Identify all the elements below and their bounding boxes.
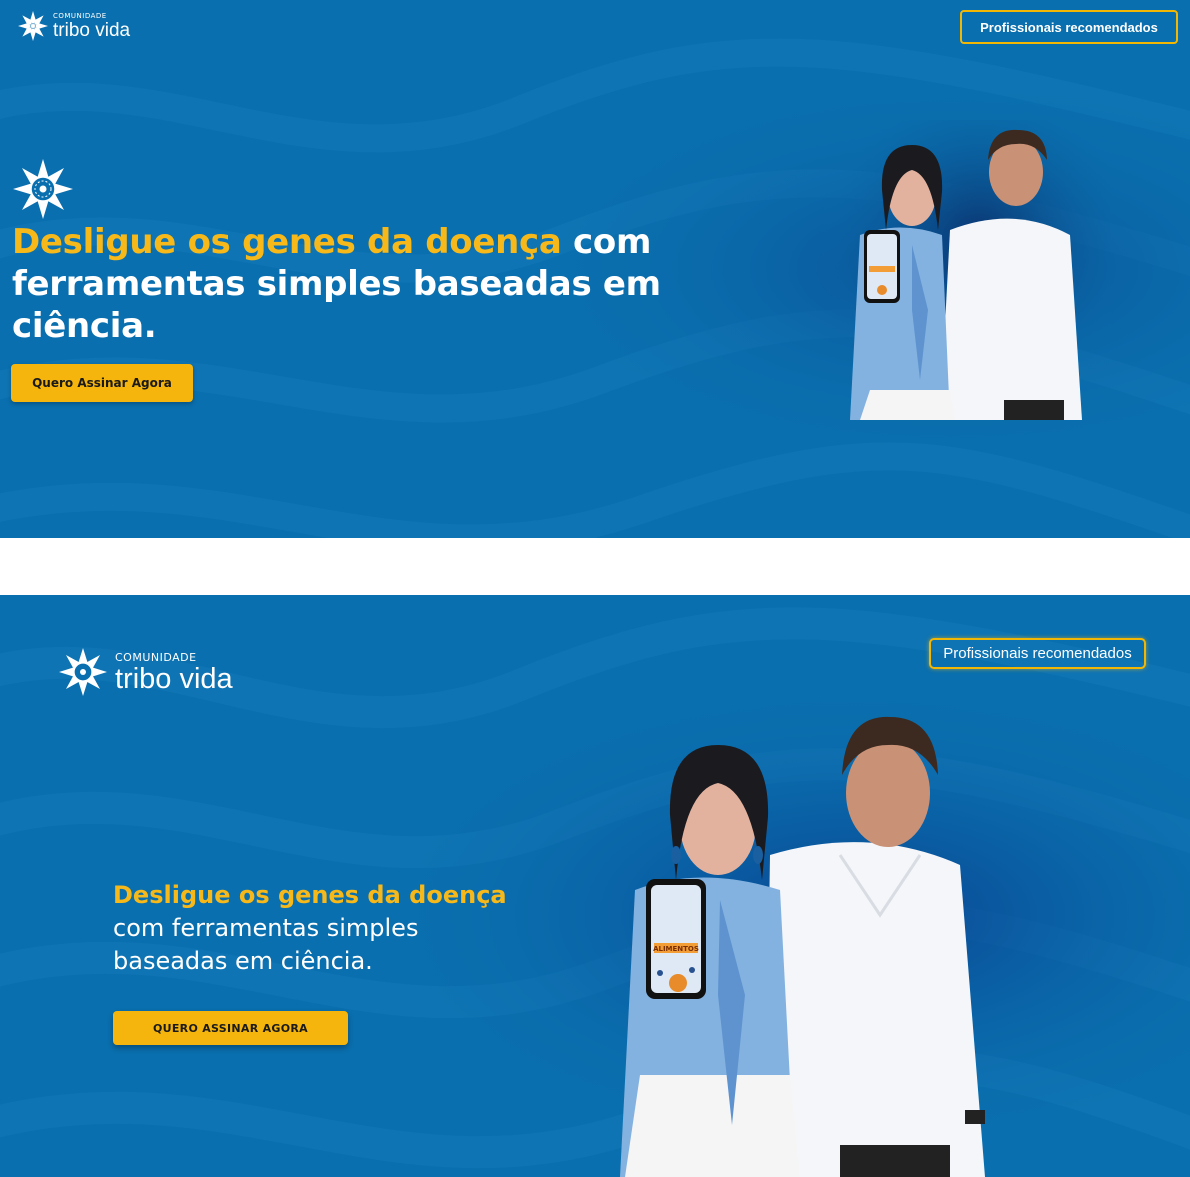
- star-mandala-icon: [13, 159, 73, 219]
- brand-logo[interactable]: COMUNIDADE tribo vida: [18, 11, 130, 41]
- star-mandala-icon: [59, 648, 107, 696]
- hero-headline: Desligue os genes da doença com ferramen…: [12, 221, 702, 347]
- logo-title: tribo vida: [115, 662, 233, 695]
- logo-subtitle: COMUNIDADE: [115, 650, 197, 664]
- star-mandala-icon: [18, 11, 48, 41]
- hero-headline: Desligue os genes da doença com ferramen…: [113, 879, 513, 978]
- logo-subtitle: COMUNIDADE: [53, 12, 107, 20]
- headline-highlight: Desligue os genes da doença: [113, 881, 507, 909]
- logo-title: tribo vida: [53, 20, 131, 41]
- headline-highlight: Desligue os genes da doença: [12, 222, 562, 262]
- headline-rest: com ferramentas simples baseadas em ciên…: [113, 914, 419, 975]
- brand-logo[interactable]: COMUNIDADE tribo vida: [58, 647, 233, 697]
- hosts-photo: ALIMENTOS: [620, 716, 985, 1177]
- recommended-professionals-button[interactable]: Profissionais recomendados: [960, 10, 1178, 44]
- recommended-professionals-button[interactable]: Profissionais recomendados: [929, 638, 1146, 669]
- subscribe-now-button[interactable]: QUERO ASSINAR AGORA: [113, 1011, 348, 1045]
- subscribe-now-button[interactable]: Quero Assinar Agora: [11, 364, 193, 402]
- section-divider: [0, 538, 1190, 595]
- hosts-photo: [820, 120, 1110, 420]
- phone-screen-title: ALIMENTOS: [653, 945, 699, 953]
- hero-section-desktop-small: COMUNIDADE tribo vida Profissionais reco…: [0, 0, 1190, 538]
